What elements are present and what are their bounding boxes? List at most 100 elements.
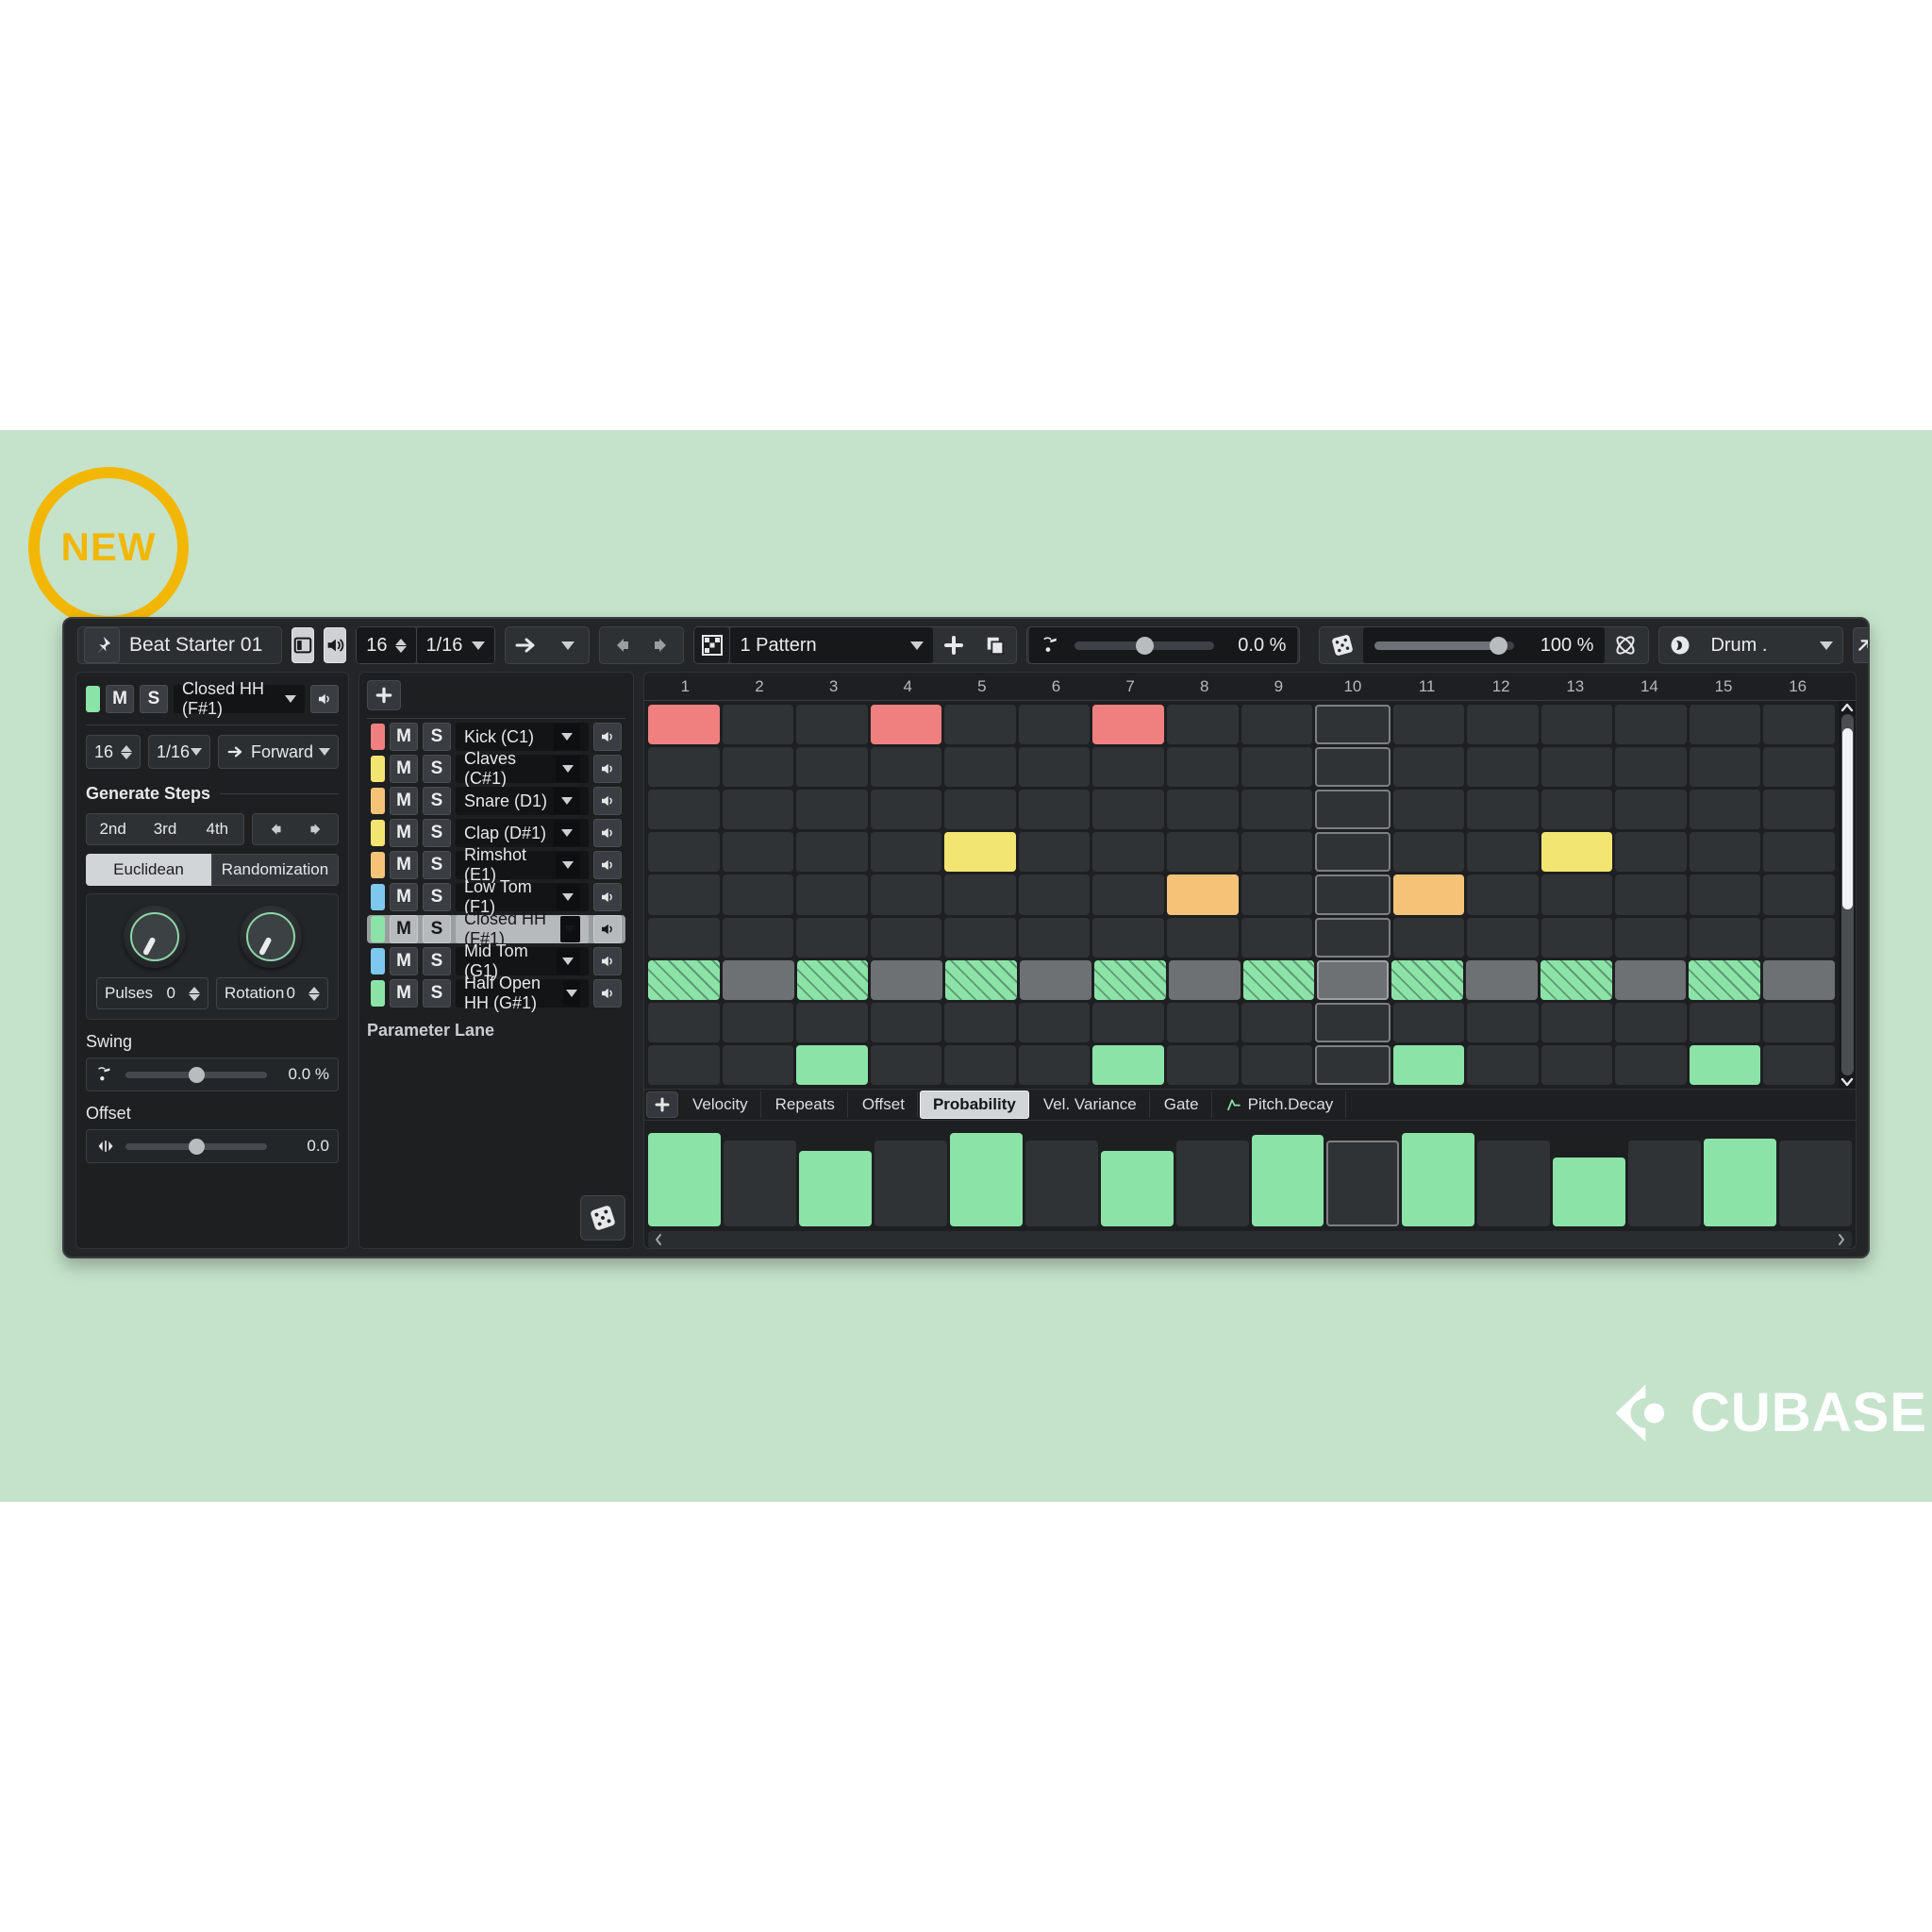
track-row[interactable]: M S Low Tom (F1) xyxy=(367,877,625,916)
step-cell[interactable] xyxy=(1392,874,1465,915)
track-name-field[interactable]: Snare (D1) xyxy=(456,787,589,815)
pulses-field[interactable]: Pulses 0 xyxy=(96,977,208,1009)
step-cell[interactable] xyxy=(648,959,720,1000)
step-cell[interactable] xyxy=(1242,959,1315,1000)
step-cell[interactable] xyxy=(1541,917,1613,958)
grid-horizontal-scrollbar[interactable] xyxy=(648,1231,1852,1248)
step-cell[interactable] xyxy=(1317,959,1390,1000)
track-mute-button[interactable]: M xyxy=(390,755,418,783)
step-cell[interactable] xyxy=(1166,832,1239,873)
step-cell[interactable] xyxy=(1614,959,1687,1000)
track-row[interactable]: M S Claves (C#1) xyxy=(367,749,625,788)
step-cell[interactable] xyxy=(796,959,869,1000)
step-cell[interactable] xyxy=(796,832,868,873)
step-cell[interactable] xyxy=(1093,959,1166,1000)
probability-slot[interactable] xyxy=(1553,1124,1626,1226)
velocity-slider-track[interactable] xyxy=(1374,636,1515,655)
step-cell[interactable] xyxy=(1018,874,1091,915)
step-cell[interactable] xyxy=(648,705,720,745)
generate-2nd-button[interactable]: 2nd xyxy=(87,814,139,844)
step-cell[interactable] xyxy=(722,917,794,958)
probability-slot[interactable] xyxy=(723,1124,796,1226)
step-cell[interactable] xyxy=(1763,832,1835,873)
step-cell[interactable] xyxy=(1392,705,1465,745)
next-pattern-button[interactable] xyxy=(641,626,683,664)
step-cell[interactable] xyxy=(1541,747,1613,788)
lane-swing-slider-row[interactable]: 0.0 % xyxy=(86,1058,339,1091)
step-cell[interactable] xyxy=(796,917,868,958)
track-name-field[interactable]: Half Open HH (G#1) xyxy=(456,974,589,1012)
step-cell[interactable] xyxy=(1166,874,1239,915)
chevron-right-icon[interactable] xyxy=(1837,1233,1846,1246)
track-row[interactable]: M S Clap (D#1) xyxy=(367,819,625,847)
step-cell[interactable] xyxy=(1615,790,1687,830)
track-solo-button[interactable]: S xyxy=(423,755,451,783)
step-cell[interactable] xyxy=(1467,1044,1539,1085)
chevron-left-icon[interactable] xyxy=(654,1233,663,1246)
lane-mute-button[interactable]: M xyxy=(106,685,134,713)
step-cell[interactable] xyxy=(796,790,868,830)
track-row[interactable]: M S Mid Tom (G1) xyxy=(367,941,625,980)
step-cell[interactable] xyxy=(1763,874,1835,915)
rotation-knob[interactable] xyxy=(239,906,302,968)
track-name-field[interactable]: Low Tom (F1) xyxy=(456,877,589,916)
probability-slot[interactable] xyxy=(798,1124,872,1226)
step-cell[interactable] xyxy=(1241,705,1313,745)
step-cell[interactable] xyxy=(870,874,942,915)
swing-slider-knob[interactable] xyxy=(1136,636,1155,655)
track-name-dropdown[interactable] xyxy=(554,788,580,814)
lane-steps-field[interactable]: 16 xyxy=(86,735,142,769)
probability-slot[interactable] xyxy=(1326,1124,1400,1226)
step-cell[interactable] xyxy=(1166,917,1239,958)
probability-slot[interactable] xyxy=(1704,1124,1777,1226)
track-row[interactable]: M S Half Open HH (G#1) xyxy=(367,974,625,1012)
track-audition-button[interactable] xyxy=(593,883,622,911)
step-cell[interactable] xyxy=(1689,917,1761,958)
tab-randomization[interactable]: Randomization xyxy=(211,854,339,886)
step-cell[interactable] xyxy=(648,1002,720,1042)
track-audition-button[interactable] xyxy=(593,979,622,1008)
track-audition-button[interactable] xyxy=(593,787,622,815)
lane-name-dropdown[interactable]: Closed HH (F#1) xyxy=(174,679,305,718)
grid-vertical-scrollbar[interactable] xyxy=(1839,701,1856,1089)
step-cell[interactable] xyxy=(1467,1002,1539,1042)
step-cell[interactable] xyxy=(1092,874,1164,915)
step-cell[interactable] xyxy=(1467,917,1539,958)
track-audition-button[interactable] xyxy=(593,851,622,879)
track-name-dropdown[interactable] xyxy=(554,724,580,750)
step-cell[interactable] xyxy=(1689,790,1761,830)
vertical-scroll-thumb[interactable] xyxy=(1841,728,1853,909)
track-name-dropdown[interactable] xyxy=(556,948,580,974)
step-cell[interactable] xyxy=(1241,1044,1313,1085)
parameter-tab-velocity[interactable]: Velocity xyxy=(680,1091,761,1118)
step-cell[interactable] xyxy=(796,705,868,745)
track-name-dropdown[interactable] xyxy=(556,852,580,878)
step-cell[interactable] xyxy=(1689,747,1761,788)
vertical-scroll-track[interactable] xyxy=(1840,714,1854,1075)
parameter-tab-vel-variance[interactable]: Vel. Variance xyxy=(1031,1091,1150,1118)
step-cell[interactable] xyxy=(871,959,943,1000)
probability-slot[interactable] xyxy=(1477,1124,1551,1226)
probability-slot[interactable] xyxy=(1100,1124,1174,1226)
track-solo-button[interactable]: S xyxy=(423,883,451,911)
track-mute-button[interactable]: M xyxy=(390,883,418,911)
lane-offset-knob[interactable] xyxy=(189,1138,205,1155)
track-solo-button[interactable]: S xyxy=(423,947,451,975)
lane-solo-button[interactable]: S xyxy=(140,685,168,713)
step-cell[interactable] xyxy=(1315,917,1391,958)
chevron-up-icon[interactable] xyxy=(1840,703,1854,712)
track-mute-button[interactable]: M xyxy=(390,915,418,943)
step-cell[interactable] xyxy=(1467,874,1539,915)
lane-swing-track[interactable] xyxy=(125,1066,267,1083)
playmode-dropdown[interactable] xyxy=(547,626,589,664)
step-cell[interactable] xyxy=(1689,1044,1761,1085)
step-cell[interactable] xyxy=(1689,959,1761,1000)
step-cell[interactable] xyxy=(1541,1002,1613,1042)
step-cell[interactable] xyxy=(1467,705,1539,745)
track-mute-button[interactable]: M xyxy=(390,723,418,751)
track-mute-button[interactable]: M xyxy=(390,979,418,1008)
probability-slot[interactable] xyxy=(1628,1124,1702,1226)
step-cell[interactable] xyxy=(1092,917,1164,958)
track-audition-button[interactable] xyxy=(593,915,622,943)
step-cell[interactable] xyxy=(1315,747,1391,788)
